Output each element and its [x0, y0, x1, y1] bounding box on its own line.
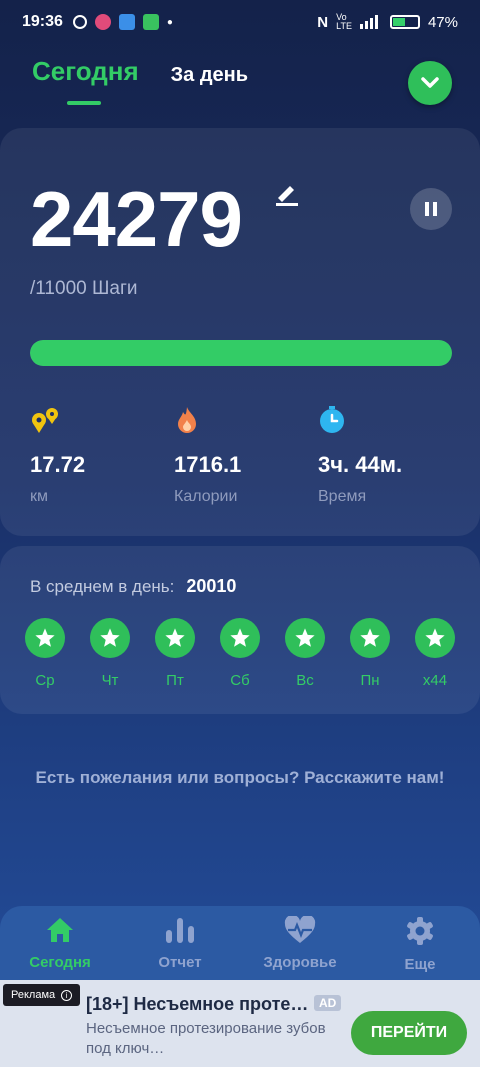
telegram-icon: [72, 15, 87, 29]
ad-tag[interactable]: Реклама i: [3, 984, 81, 1006]
edit-icon[interactable]: [274, 180, 300, 206]
day-label: Пн: [360, 672, 380, 689]
calories-label: Калории: [174, 488, 238, 505]
star-icon: [425, 628, 445, 647]
gear-icon: [407, 917, 433, 945]
stat-distance: 17.72 км: [30, 406, 85, 505]
timer-icon: [320, 406, 344, 433]
day-item[interactable]: Пн: [350, 618, 390, 689]
volte-icon: Vo LTE: [336, 12, 352, 31]
ad-tag-label: Реклама: [11, 989, 56, 1001]
notification-app-icon: [94, 14, 111, 30]
pause-icon: [425, 202, 437, 216]
day-item[interactable]: Вс: [285, 618, 325, 689]
distance-label: км: [30, 488, 48, 505]
home-icon: [47, 918, 73, 942]
nav-today[interactable]: Сегодня: [10, 916, 110, 971]
day-label: Сб: [230, 672, 250, 689]
tab-by-day[interactable]: За день: [171, 64, 248, 87]
nav-more-label: Еще: [404, 956, 436, 973]
steps-card: 24279 /11000 Шаги 17.72 км 1716.1 Калори…: [0, 128, 480, 536]
star-icon: [295, 628, 315, 647]
more-notifications-icon: ●: [166, 16, 173, 28]
nav-more[interactable]: Еще: [370, 916, 470, 973]
browser-app-icon: [118, 14, 135, 30]
nfc-icon: N: [317, 13, 329, 31]
signal-icon: [359, 15, 378, 29]
star-icon: [230, 628, 250, 647]
battery-percent: 47%: [427, 13, 458, 31]
day-item[interactable]: Чт: [90, 618, 130, 689]
distance-icon: [32, 408, 58, 433]
day-item[interactable]: Пт: [155, 618, 195, 689]
day-label: Пт: [166, 672, 184, 689]
star-icon: [360, 628, 380, 647]
tab-bar: Сегодня За день: [32, 56, 248, 87]
expand-button[interactable]: [408, 61, 452, 105]
status-time: 19:36: [22, 13, 63, 30]
calendar-app-icon: [142, 14, 159, 30]
day-item[interactable]: Сб: [220, 618, 260, 689]
calories-value: 1716.1: [174, 452, 242, 477]
time-label: Время: [318, 488, 367, 505]
steps-progress-fill: [30, 340, 452, 366]
star-icon: [165, 628, 185, 647]
distance-value: 17.72: [30, 452, 86, 477]
average-value: 20010: [186, 576, 237, 596]
nav-today-label: Сегодня: [29, 954, 91, 971]
steps-goal: /11000 Шаги: [30, 278, 138, 299]
chart-icon: [166, 918, 194, 943]
day-item[interactable]: x44: [415, 618, 455, 689]
ad-banner[interactable]: Реклама i [18+] Несъемное проте… AD Несъ…: [0, 980, 480, 1067]
heart-pulse-icon: [284, 916, 316, 943]
day-item[interactable]: Ср: [25, 618, 65, 689]
ad-description: Несъемное протезирование зубов под ключ…: [86, 1020, 326, 1057]
active-tab-indicator: [67, 101, 101, 105]
time-value: 3ч. 44м.: [318, 452, 403, 477]
nav-report-label: Отчет: [158, 954, 202, 971]
ad-cta-button[interactable]: ПЕРЕЙТИ: [351, 1011, 467, 1055]
stat-time: 3ч. 44м. Время: [318, 406, 402, 505]
status-bar: 19:36 ● N Vo LTE 47%: [0, 0, 480, 44]
star-icon: [100, 628, 120, 647]
star-icon: [35, 628, 55, 647]
day-label: x44: [422, 672, 448, 689]
stat-calories: 1716.1 Калории: [174, 406, 241, 505]
day-label: Ср: [35, 672, 55, 689]
tab-today[interactable]: Сегодня: [32, 56, 139, 87]
battery-icon: [389, 15, 420, 29]
pause-button[interactable]: [410, 188, 452, 230]
info-icon: i: [61, 989, 73, 1001]
steps-count: 24279: [30, 175, 243, 263]
chevron-down-icon: [421, 77, 439, 88]
steps-progress-bar: [30, 340, 452, 366]
average-card: В среднем в день: 20010 Ср Чт Пт Сб Вс Пн…: [0, 546, 480, 714]
feedback-link[interactable]: Есть пожелания или вопросы? Расскажите н…: [30, 766, 450, 790]
day-label: Чт: [101, 672, 119, 689]
nav-health-label: Здоровье: [263, 954, 337, 971]
ad-title: [18+] Несъемное проте…: [86, 994, 309, 1014]
day-label: Вс: [296, 672, 314, 689]
average-line: В среднем в день: 20010: [30, 576, 236, 597]
nav-report[interactable]: Отчет: [130, 916, 230, 971]
fire-icon: [178, 407, 196, 433]
nav-health[interactable]: Здоровье: [250, 916, 350, 971]
ad-badge: AD: [314, 995, 342, 1011]
average-label: В среднем в день:: [30, 577, 175, 596]
